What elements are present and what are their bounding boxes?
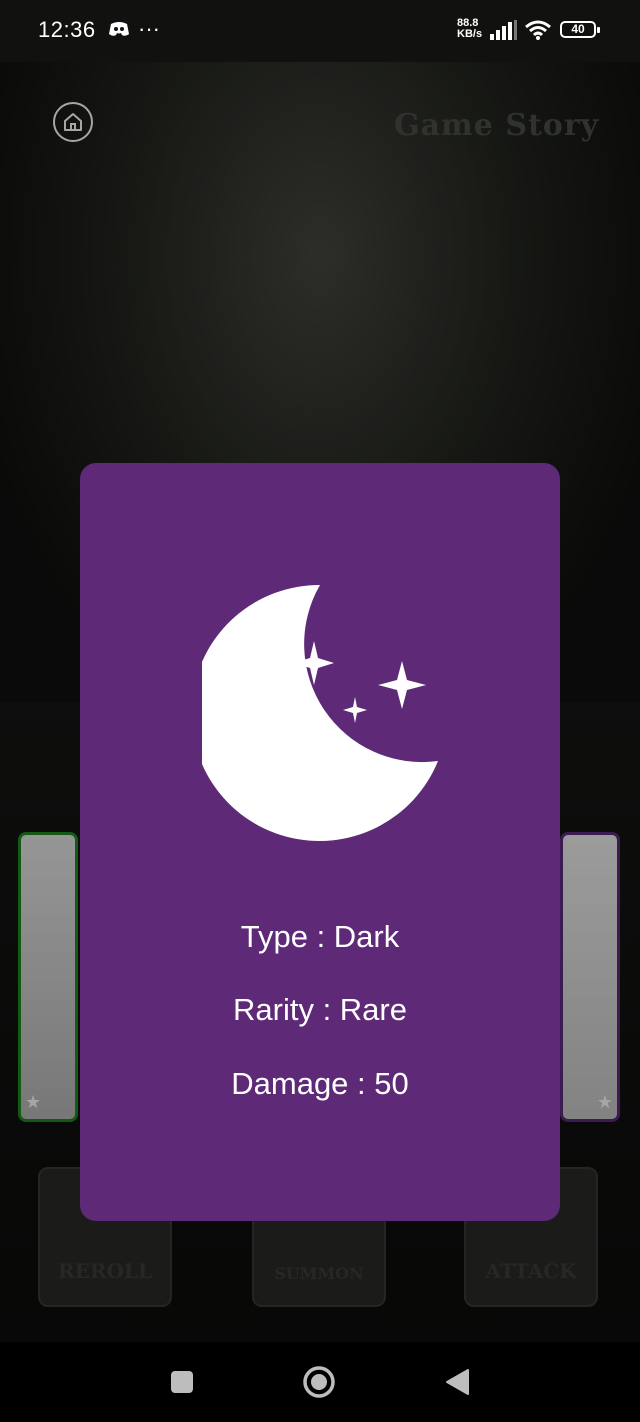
clock: 12:36 (38, 17, 96, 42)
battery-indicator: 40 (560, 21, 600, 38)
signal-icon (490, 20, 518, 45)
back-triangle-icon[interactable] (444, 1368, 470, 1396)
discord-icon (108, 20, 130, 43)
card-rarity: Rarity : Rare (233, 992, 407, 1027)
card-type: Type : Dark (240, 919, 400, 954)
card-detail-modal: Type : Dark Rarity : Rare Damage : 50 (80, 463, 560, 1221)
more-notifications-icon: ··· (138, 16, 160, 41)
moon-stars-icon (202, 584, 438, 841)
home-circle-icon[interactable] (302, 1365, 336, 1399)
network-speed: 88.8 KB/s (457, 17, 483, 40)
status-bar: 12:36 ··· 88.8 KB/s 40 (0, 0, 640, 62)
card-damage: Damage : 50 (231, 1066, 409, 1101)
recent-apps-icon[interactable] (170, 1370, 194, 1394)
navigation-bar (0, 1342, 640, 1422)
wifi-icon (524, 19, 552, 46)
